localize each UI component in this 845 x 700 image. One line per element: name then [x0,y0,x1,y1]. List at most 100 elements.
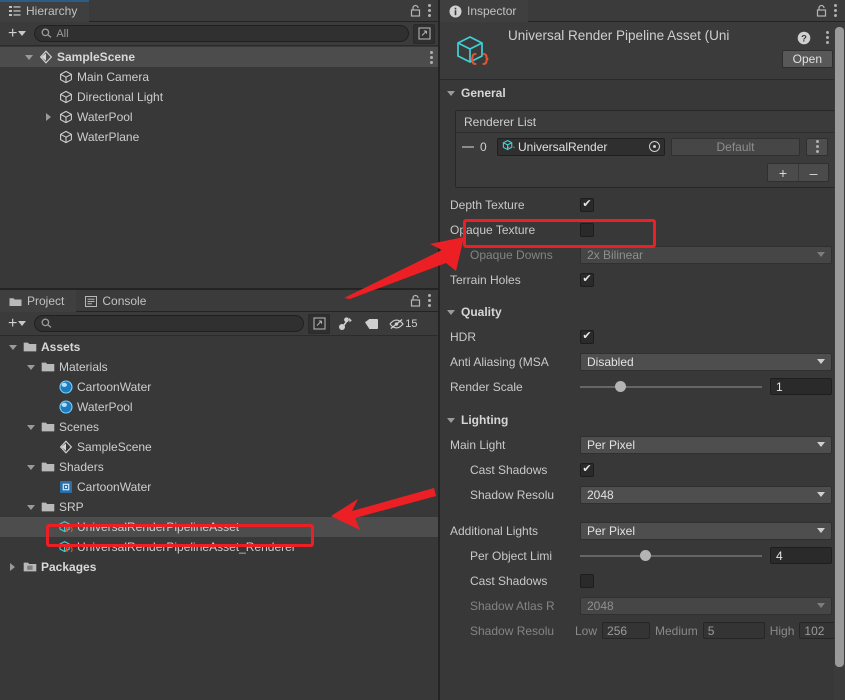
tree-expand-toggle[interactable] [24,464,37,470]
chevron-down-icon [26,424,35,430]
renderer-object-field[interactable]: UniversalRender [497,137,665,156]
tree-expand-toggle[interactable] [24,424,37,430]
object-picker-icon[interactable] [649,141,660,152]
tree-row[interactable]: WaterPlane [0,127,439,147]
tree-row[interactable]: Materials [0,357,439,377]
inspector-scrollbar[interactable] [834,24,845,700]
tree-row[interactable]: Scenes [0,417,439,437]
lock-icon[interactable] [816,4,827,17]
dropdown-anti-aliasing-msa[interactable]: Disabled [580,352,832,371]
tab-project[interactable]: Project [0,290,77,312]
scene-icon [59,440,73,454]
dropdown-additional-lights[interactable]: Per Pixel [580,521,832,540]
checkbox-opaque-texture[interactable] [580,222,594,237]
tree-row[interactable]: Main Camera [0,67,439,87]
tree-expand-toggle[interactable] [24,364,37,370]
search-expand-icon[interactable] [413,23,435,44]
dropdown-shadow-resolu[interactable]: 2048 [580,485,832,504]
section-header-quality[interactable]: Quality [440,300,845,324]
folder-open-icon [41,362,55,372]
dropdown-shadow-atlas-r[interactable]: 2048 [580,596,832,615]
hidden-items-toggle[interactable]: 15 [386,314,420,334]
kebab-menu-icon[interactable] [834,4,837,17]
dropdown-opaque-downs[interactable]: 2x Bilinear [580,245,832,264]
tier-value-input[interactable]: 256 [602,622,651,639]
slider-track[interactable] [580,380,762,392]
create-asset-button[interactable]: + [4,315,30,333]
tree-expand-toggle[interactable] [6,344,19,350]
label-tag-icon[interactable] [360,314,382,334]
chevron-down-icon [24,54,33,60]
folder-open-icon [41,360,55,374]
dropdown-main-light[interactable]: Per Pixel [580,435,832,454]
project-search-input[interactable] [34,315,305,332]
inspector-scrollbar-thumb[interactable] [835,27,844,667]
tree-row[interactable]: Directional Light [0,87,439,107]
slider-per-object-limi[interactable]: 4 [580,547,832,564]
checkbox-depth-texture[interactable]: ✔ [580,197,594,212]
checkbox-terrain-holes[interactable]: ✔ [580,272,594,287]
checkbox-cast-shadows[interactable] [580,573,594,588]
tree-expand-toggle[interactable] [6,563,19,571]
material-sphere-icon [59,400,73,414]
section-header-general[interactable]: General [440,81,845,105]
open-button[interactable]: Open [781,50,833,68]
tree-row[interactable]: Packages [0,557,439,577]
slider-knob[interactable] [614,380,626,392]
dropdown-value: 2x Bilinear [587,247,644,262]
tree-row[interactable]: SampleScene [0,437,439,457]
tree-row[interactable]: Shaders [0,457,439,477]
gameobject-cube-icon [60,110,72,124]
tree-expand-toggle[interactable] [42,113,55,121]
preset-kebab-menu-icon[interactable] [826,31,829,44]
slider-track[interactable] [580,549,762,561]
tree-row-label: Shaders [59,460,104,474]
tab-inspector[interactable]: Inspector [440,0,529,22]
tree-row-label: Materials [59,360,108,374]
search-expand-icon[interactable] [308,313,331,334]
checkbox-hdr[interactable]: ✔ [580,329,594,344]
tier-value-input[interactable]: 5 [702,622,765,639]
kebab-menu-icon[interactable] [430,50,433,64]
tree-row[interactable]: SRP [0,497,439,517]
panel-divider-horizontal[interactable] [0,288,438,290]
folder-open-icon [41,502,55,512]
section-header-lighting[interactable]: Lighting [440,408,845,432]
lock-icon[interactable] [410,294,421,307]
favorites-icon[interactable] [334,314,356,334]
checkbox-cast-shadows[interactable]: ✔ [580,462,594,477]
tree-expand-toggle[interactable] [24,504,37,510]
add-renderer-button[interactable]: + [768,164,798,181]
tab-hierarchy[interactable]: Hierarchy [0,0,90,22]
kebab-menu-icon[interactable] [428,4,431,17]
hierarchy-search-input[interactable]: All [34,25,409,42]
renderer-list-row[interactable]: 0 UniversalRender Default [456,133,834,160]
section-title-quality: Quality [461,305,502,319]
slider-knob[interactable] [640,549,652,561]
kebab-menu-icon[interactable] [428,294,431,307]
drag-handle-icon[interactable] [462,145,474,148]
shader-icon [59,480,73,494]
slider-value-input[interactable]: 1 [770,378,832,395]
tree-row[interactable]: CartoonWater [0,477,439,497]
field-label: Render Scale [450,379,523,394]
tree-row[interactable]: UniversalRenderPipelineAsset_Renderer [0,537,439,557]
folder-open-icon [41,500,55,514]
tree-row[interactable]: SampleScene [0,47,439,67]
tree-row[interactable]: WaterPool [0,107,439,127]
tree-row[interactable]: WaterPool [0,397,439,417]
create-gameobject-button[interactable]: + [4,25,30,43]
field-label: Depth Texture [450,197,525,212]
tab-console[interactable]: Console [76,290,158,312]
renderer-row-menu-button[interactable] [806,137,828,156]
tree-row[interactable]: CartoonWater [0,377,439,397]
slider-value-input[interactable]: 4 [770,547,832,564]
help-icon[interactable]: ? [797,31,811,48]
tree-row[interactable]: UniversalRenderPipelineAsset [0,517,439,537]
tree-row[interactable]: Assets [0,337,439,357]
tree-expand-toggle[interactable] [22,54,35,60]
lock-icon[interactable] [410,4,421,17]
renderer-default-button[interactable]: Default [671,137,800,156]
remove-renderer-button[interactable]: – [798,164,828,181]
slider-render-scale[interactable]: 1 [580,378,832,395]
